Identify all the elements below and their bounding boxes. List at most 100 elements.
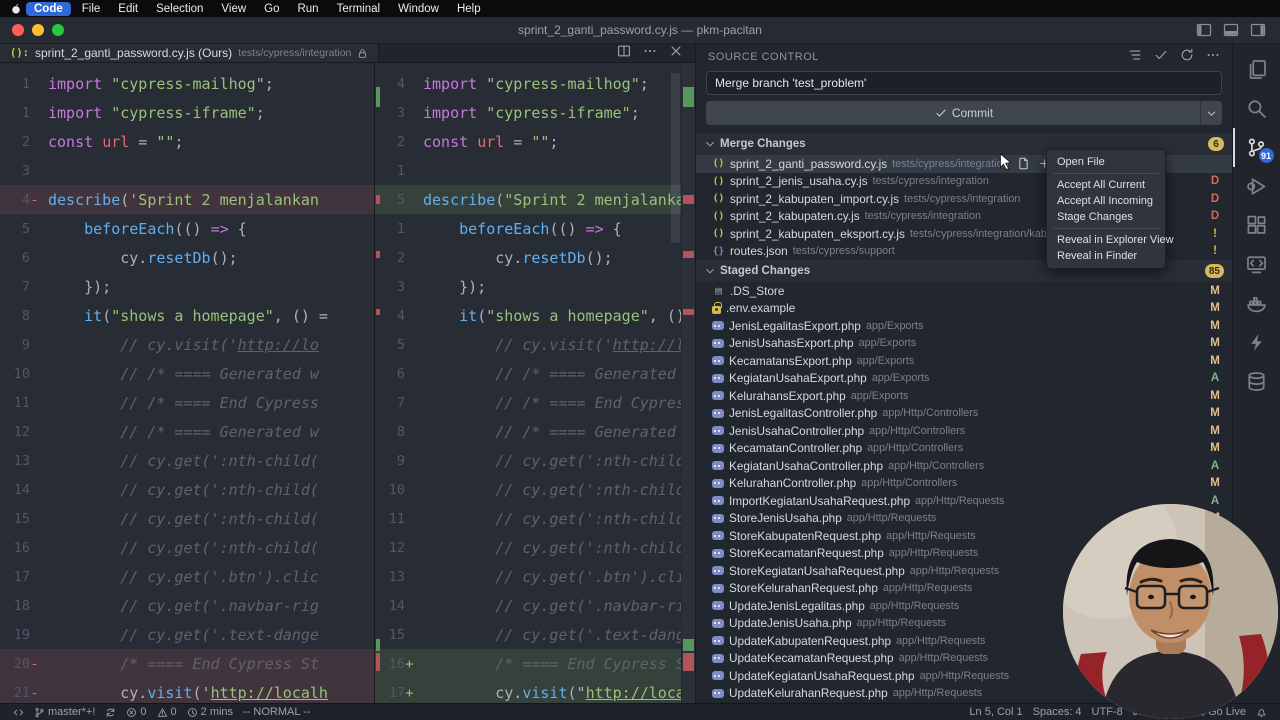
menu-item-accept-all-current[interactable]: Accept All Current: [1047, 177, 1165, 193]
menu-code[interactable]: Code: [26, 1, 71, 16]
menu-item-reveal-in-explorer-view[interactable]: Reveal in Explorer View: [1047, 232, 1174, 248]
menu-view[interactable]: View: [212, 2, 255, 16]
diff-modified-pane[interactable]: 4 import "cypress-mailhog"; 3 import "cypre…: [375, 63, 695, 703]
more-actions[interactable]: [643, 44, 657, 63]
scm-file-row[interactable]: KelurahansExport.php app/Exports M: [696, 387, 1232, 405]
code-text: // /* ==== Generated w: [48, 364, 319, 383]
close-editor[interactable]: [669, 44, 683, 63]
menu-run[interactable]: Run: [288, 2, 327, 16]
diff-mark: [376, 309, 380, 315]
menu-edit[interactable]: Edit: [109, 2, 147, 16]
sync-changes[interactable]: [100, 706, 121, 718]
scm-file-row[interactable]: JenisLegalitasController.php app/Http/Con…: [696, 405, 1232, 423]
diff-mark: [683, 87, 694, 107]
menu-item-open-file[interactable]: Open File: [1047, 154, 1165, 170]
time-tracker[interactable]: 2 mins: [182, 706, 238, 718]
file-path: app/Http/Controllers: [869, 424, 966, 437]
menu-selection[interactable]: Selection: [147, 2, 212, 16]
activity-explorer[interactable]: [1233, 50, 1280, 89]
view-as-tree-icon: [1128, 48, 1142, 62]
menu-go[interactable]: Go: [255, 2, 288, 16]
scm-file-row[interactable]: KecamatansExport.php app/Exports M: [696, 352, 1232, 370]
code-text: it("shows a homepage", () =: [84, 306, 328, 325]
commit-button[interactable]: Commit: [706, 101, 1222, 125]
code-line: 1 import "cypress-iframe";: [0, 98, 374, 127]
git-status-letter: D: [1210, 175, 1220, 188]
menu-file[interactable]: File: [73, 2, 110, 16]
line-number: 9: [396, 452, 405, 469]
more-actions[interactable]: [1206, 48, 1220, 67]
line-number: 9: [21, 336, 30, 353]
encoding[interactable]: UTF-8: [1087, 706, 1128, 718]
menu-terminal[interactable]: Terminal: [328, 2, 389, 16]
commit-check[interactable]: [1154, 48, 1168, 67]
toggle-primary-sidebar-icon[interactable]: [1196, 22, 1212, 38]
activity-run-debug[interactable]: [1233, 167, 1280, 206]
vim-mode[interactable]: -- NORMAL --: [238, 706, 315, 718]
tab-sprint-2-ganti-password[interactable]: (): sprint_2_ganti_password.cy.js (Ours)…: [0, 44, 380, 62]
line-number: 13: [388, 568, 405, 585]
indentation[interactable]: Spaces: 4: [1028, 706, 1087, 718]
menu-help[interactable]: Help: [448, 2, 490, 16]
scm-file-row[interactable]: JenisLegalitasExport.php app/Exports M: [696, 317, 1232, 335]
activity-extensions[interactable]: [1233, 206, 1280, 245]
code-line: 12 // /* ==== Generated w: [0, 417, 374, 446]
close-window-button[interactable]: [12, 24, 24, 36]
code-line: 18 // cy.get('.navbar-rig: [0, 591, 374, 620]
file-name: sprint_2_jenis_usaha.cy.js: [730, 174, 868, 189]
problems-errors[interactable]: 0: [121, 706, 151, 718]
commit-message-input[interactable]: [706, 71, 1222, 95]
php-file-icon: [712, 478, 724, 488]
activity-database[interactable]: [1233, 362, 1280, 401]
scm-file-row[interactable]: KegiatanUsahaExport.php app/Exports A: [696, 370, 1232, 388]
notifications[interactable]: [1251, 706, 1272, 718]
view-as-tree[interactable]: [1128, 48, 1142, 67]
line-number: 4: [396, 307, 405, 324]
zoom-window-button[interactable]: [52, 24, 64, 36]
activity-search[interactable]: [1233, 89, 1280, 128]
commit-dropdown[interactable]: [1200, 101, 1222, 125]
remote-indicator[interactable]: [8, 706, 29, 718]
git-status-letter: A: [1210, 372, 1220, 385]
activity-remote-explorer[interactable]: [1233, 245, 1280, 284]
menu-item-accept-all-incoming[interactable]: Accept All Incoming: [1047, 193, 1165, 209]
code-line: 14 // cy.get(':nth-child(: [0, 475, 374, 504]
split-editor[interactable]: [617, 44, 631, 63]
ds-file-icon: ▤: [715, 284, 722, 298]
scm-file-row[interactable]: .env.example M: [696, 300, 1232, 318]
code-line: 3: [0, 156, 374, 185]
editor-area: (): sprint_2_ganti_password.cy.js (Ours)…: [0, 44, 695, 703]
problems-warnings[interactable]: 0: [152, 706, 182, 718]
window-title-bar[interactable]: sprint_2_ganti_password.cy.js — pkm-paci…: [0, 17, 1280, 44]
code-line: 7 // /* ==== End Cypress: [375, 388, 695, 417]
code-line: 12 // cy.get(':nth-child(: [375, 533, 695, 562]
refresh[interactable]: [1180, 48, 1194, 67]
apple-menu-icon[interactable]: [10, 3, 22, 15]
minimize-window-button[interactable]: [32, 24, 44, 36]
problems-warnings-icon: [157, 707, 168, 718]
scm-file-row[interactable]: KelurahanController.php app/Http/Controll…: [696, 475, 1232, 493]
menu-window[interactable]: Window: [389, 2, 448, 16]
scm-file-row[interactable]: KegiatanUsahaController.php app/Http/Cont…: [696, 457, 1232, 475]
activity-api-client[interactable]: [1233, 323, 1280, 362]
git-branch[interactable]: master*+!: [29, 706, 100, 718]
line-number: 13: [13, 452, 30, 469]
git-status-letter: !: [1213, 227, 1217, 240]
toggle-panel-icon[interactable]: [1223, 22, 1239, 38]
menu-item-stage-changes[interactable]: Stage Changes: [1047, 209, 1165, 225]
scm-file-row[interactable]: JenisUsahasExport.php app/Exports M: [696, 335, 1232, 353]
minimap[interactable]: [681, 63, 695, 703]
scm-file-row[interactable]: JenisUsahaController.php app/Http/Control…: [696, 422, 1232, 440]
scm-file-row[interactable]: KecamatanController.php app/Http/Controll…: [696, 440, 1232, 458]
activity-docker[interactable]: [1233, 284, 1280, 323]
menu-item-reveal-in-finder[interactable]: Reveal in Finder: [1047, 248, 1165, 264]
diff-original-pane[interactable]: 1 import "cypress-mailhog"; 1 import "cypre…: [0, 63, 375, 703]
toggle-secondary-sidebar-icon[interactable]: [1250, 22, 1266, 38]
file-path: app/Http/Controllers: [867, 442, 964, 455]
activity-source-control[interactable]: 91: [1233, 128, 1280, 167]
cursor-position[interactable]: Ln 5, Col 1: [964, 706, 1027, 718]
scm-file-row[interactable]: ▤ .DS_Store M: [696, 282, 1232, 300]
code-line: 5 describe("Sprint 2 menjalankan: [375, 185, 695, 214]
editor-scrollbar[interactable]: [671, 73, 680, 243]
code-text: const url = "";: [48, 132, 184, 151]
